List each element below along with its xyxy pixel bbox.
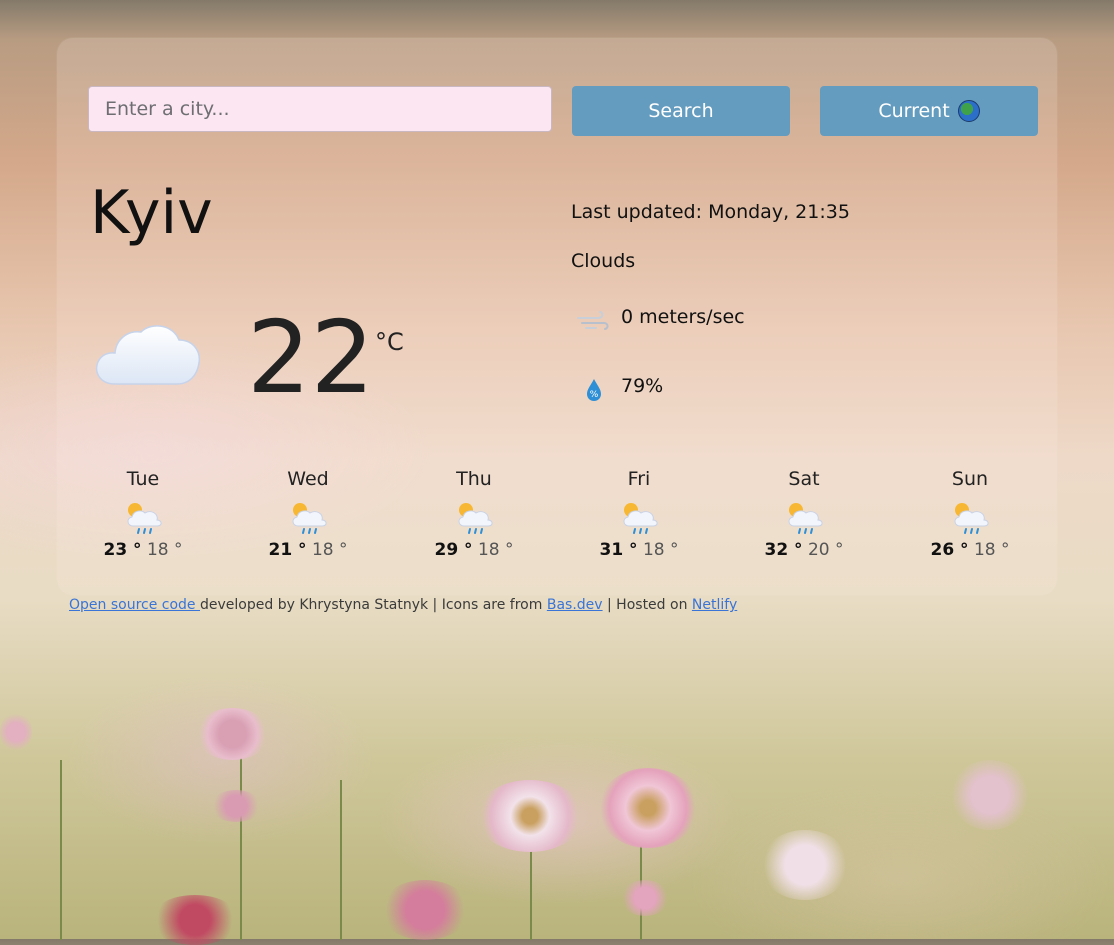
- forecast-day: Fri 31 ° 18 °: [579, 468, 699, 560]
- humidity-drop-icon: %: [587, 379, 601, 401]
- forecast-min-temp: 18 °: [973, 540, 1010, 560]
- forecast-max-temp: 32 °: [764, 540, 803, 560]
- host-link[interactable]: Netlify: [692, 597, 737, 613]
- footer: Open source code developed by Khrystyna …: [69, 597, 737, 613]
- forecast-temps: 26 ° 18 °: [930, 540, 1009, 560]
- open-source-link[interactable]: Open source code: [69, 597, 200, 613]
- forecast-max-temp: 26 °: [930, 540, 969, 560]
- forecast-day: Thu 29 ° 18 °: [414, 468, 534, 560]
- globe-icon: [957, 100, 980, 122]
- last-updated: Last updated: Monday, 21:35: [571, 201, 850, 223]
- partly-cloudy-rain-icon: [623, 503, 658, 534]
- forecast-min-temp: 18 °: [642, 540, 679, 560]
- search-button[interactable]: Search: [572, 86, 790, 136]
- forecast-temps: 21 ° 18 °: [268, 540, 347, 560]
- cloud-icon: [95, 325, 201, 385]
- svg-text:%: %: [590, 390, 599, 400]
- forecast-temps: 32 ° 20 °: [764, 540, 843, 560]
- forecast-min-temp: 18 °: [146, 540, 183, 560]
- icons-source-link[interactable]: Bas.dev: [547, 597, 603, 613]
- forecast-day: Wed 21 ° 18 °: [248, 468, 368, 560]
- forecast-day-name: Sat: [788, 468, 820, 490]
- temperature-unit: °C: [375, 328, 404, 356]
- forecast-day-name: Fri: [627, 468, 651, 490]
- wind-speed: 0 meters/sec: [621, 306, 745, 328]
- forecast-max-temp: 29 °: [434, 540, 473, 560]
- forecast-list: Tue 23 ° 18 ° Wed 21 ° 18 ° Thu 29 ° 18 …: [57, 468, 1057, 578]
- weather-description: Clouds: [571, 250, 636, 272]
- weather-card: Search Current Kyiv 22 °C Last updated: …: [57, 38, 1057, 595]
- forecast-day: Tue 23 ° 18 °: [83, 468, 203, 560]
- forecast-day: Sun 26 ° 18 °: [910, 468, 1030, 560]
- footer-developed-text: developed by Khrystyna Statnyk | Icons a…: [200, 597, 547, 613]
- city-search-input[interactable]: [88, 86, 552, 132]
- forecast-day-name: Wed: [287, 468, 329, 490]
- forecast-day-name: Tue: [126, 468, 160, 490]
- forecast-day-name: Thu: [456, 468, 492, 490]
- forecast-min-temp: 18 °: [477, 540, 514, 560]
- forecast-max-temp: 31 °: [599, 540, 638, 560]
- current-button-label: Current: [878, 100, 950, 122]
- current-location-button[interactable]: Current: [820, 86, 1038, 136]
- forecast-temps: 31 ° 18 °: [599, 540, 678, 560]
- forecast-min-temp: 18 °: [311, 540, 348, 560]
- forecast-temps: 29 ° 18 °: [434, 540, 513, 560]
- forecast-day-name: Sun: [951, 468, 989, 490]
- partly-cloudy-rain-icon: [127, 503, 162, 534]
- forecast-day: Sat 32 ° 20 °: [744, 468, 864, 560]
- forecast-max-temp: 23 °: [103, 540, 142, 560]
- forecast-max-temp: 21 °: [268, 540, 307, 560]
- footer-hosted-text: | Hosted on: [602, 597, 692, 613]
- wind-icon: [577, 311, 609, 330]
- partly-cloudy-rain-icon: [788, 503, 823, 534]
- humidity-value: 79%: [621, 375, 664, 397]
- current-temperature: 22: [247, 299, 375, 416]
- partly-cloudy-rain-icon: [458, 503, 493, 534]
- partly-cloudy-rain-icon: [954, 503, 989, 534]
- search-button-label: Search: [648, 100, 714, 122]
- forecast-min-temp: 20 °: [807, 540, 844, 560]
- city-name: Kyiv: [90, 178, 213, 248]
- partly-cloudy-rain-icon: [292, 503, 327, 534]
- forecast-temps: 23 ° 18 °: [103, 540, 182, 560]
